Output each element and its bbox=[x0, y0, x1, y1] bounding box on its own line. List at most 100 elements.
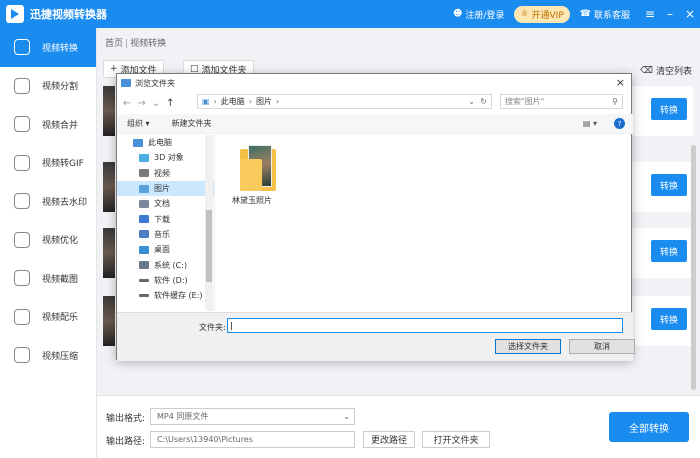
computer-icon bbox=[133, 138, 143, 147]
folder-icon[interactable] bbox=[240, 145, 276, 191]
sidebar-item-video-watermark[interactable]: 视频去水印 bbox=[0, 182, 96, 221]
vip-button[interactable]: ♕ 开通VIP bbox=[514, 5, 570, 23]
sidebar-item-video-split[interactable]: 视频分割 bbox=[0, 67, 96, 106]
organize-menu[interactable]: 组织 ▾ bbox=[127, 118, 150, 129]
sidebar-item-video-music[interactable]: 视频配乐 bbox=[0, 298, 96, 337]
close-icon[interactable]: × bbox=[680, 7, 700, 21]
tree-item-drive-d[interactable]: 软件 (D:) bbox=[117, 273, 214, 288]
back-arrow-icon[interactable]: ← bbox=[123, 98, 131, 109]
convert-button[interactable]: 转换 bbox=[651, 174, 687, 196]
folder-name-label[interactable]: 林黛玉照片 bbox=[232, 195, 272, 206]
tree-item-drive-e[interactable]: 软件缓存 (E:) bbox=[117, 288, 214, 303]
output-path-field[interactable]: C:\Users\13940\Pictures bbox=[150, 431, 355, 448]
tree-item-drive-c[interactable]: 系统 (C:) bbox=[117, 257, 214, 272]
split-icon bbox=[14, 77, 30, 94]
drive-icon bbox=[139, 278, 149, 282]
list-scrollbar[interactable] bbox=[691, 145, 696, 390]
command-bar: 组织 ▾ 新建文件夹 ▤ ▾ ? bbox=[117, 114, 633, 134]
menu-icon[interactable]: ≡ bbox=[640, 7, 660, 21]
output-path-label: 输出路径: bbox=[106, 437, 146, 447]
trash-icon: ⌫ bbox=[640, 65, 653, 76]
convert-button[interactable]: 转换 bbox=[651, 308, 687, 330]
view-options-icon[interactable]: ▤ ▾ bbox=[583, 119, 597, 128]
tree-item-this-pc[interactable]: 此电脑 bbox=[117, 135, 214, 150]
screenshot-icon bbox=[14, 270, 30, 287]
tree-item-pictures[interactable]: 图片 bbox=[117, 180, 214, 197]
output-settings-bar: 输出格式: MP4 同原文件 ⌄ 输出路径: C:\Users\13940\Pi… bbox=[97, 395, 700, 458]
output-format-select[interactable]: MP4 同原文件 ⌄ bbox=[150, 408, 355, 425]
up-arrow-icon[interactable]: ↑ bbox=[166, 98, 174, 109]
document-icon bbox=[139, 199, 149, 208]
app-title: 迅捷视频转换器 bbox=[30, 8, 107, 21]
drive-icon bbox=[139, 261, 149, 270]
new-folder-button[interactable]: 新建文件夹 bbox=[172, 118, 212, 129]
output-format-label: 输出格式: bbox=[106, 414, 146, 424]
refresh-icon[interactable]: ↻ bbox=[480, 97, 487, 106]
optimize-icon bbox=[14, 231, 30, 248]
compress-icon bbox=[14, 347, 30, 364]
breadcrumb-current: 视频转换 bbox=[130, 39, 167, 49]
cancel-button[interactable]: 取消 bbox=[569, 339, 635, 354]
dialog-title: 浏览文件夹 bbox=[135, 78, 175, 88]
tree-item-documents[interactable]: 文档 bbox=[117, 196, 214, 211]
sidebar-item-video-screenshot[interactable]: 视频截图 bbox=[0, 259, 96, 298]
user-icon: ☻ bbox=[453, 9, 463, 19]
tree-item-3d-objects[interactable]: 3D 对象 bbox=[117, 150, 214, 165]
video-icon bbox=[139, 169, 149, 178]
sidebar: 视频转换 视频分割 视频合并 视频转GIF 视频去水印 视频优化 视频截图 视频… bbox=[0, 28, 97, 458]
address-dropdown-icon[interactable]: ⌄ bbox=[468, 97, 475, 106]
gif-icon bbox=[14, 154, 30, 171]
sidebar-item-video-gif[interactable]: 视频转GIF bbox=[0, 144, 96, 183]
breadcrumb-home[interactable]: 首页 bbox=[105, 39, 123, 49]
forward-arrow-icon[interactable]: → bbox=[137, 98, 145, 109]
sidebar-item-video-merge[interactable]: 视频合并 bbox=[0, 105, 96, 144]
tree-item-music[interactable]: 音乐 bbox=[117, 227, 214, 242]
sidebar-item-video-optimize[interactable]: 视频优化 bbox=[0, 221, 96, 260]
history-dropdown-icon[interactable]: ⌄ bbox=[152, 98, 160, 109]
computer-icon: ▣ bbox=[202, 97, 210, 106]
video-thumbnail bbox=[103, 162, 115, 212]
merge-icon bbox=[14, 116, 30, 133]
headset-icon: ☎ bbox=[579, 9, 591, 19]
tree-item-videos[interactable]: 视频 bbox=[117, 166, 214, 181]
browse-folder-dialog: 浏览文件夹 × ← → ⌄ ↑ ▣ › 此电脑 › 图片 › ⌄ ↻ 搜索"图片… bbox=[116, 73, 635, 361]
video-thumbnail bbox=[103, 86, 115, 136]
change-path-button[interactable]: 更改路径 bbox=[363, 431, 415, 448]
download-icon bbox=[139, 215, 149, 224]
tree-scrollbar-thumb[interactable] bbox=[206, 210, 212, 282]
select-folder-button[interactable]: 选择文件夹 bbox=[495, 339, 561, 354]
sidebar-item-video-convert[interactable]: 视频转换 bbox=[0, 28, 96, 67]
drive-icon bbox=[139, 294, 149, 298]
address-bar[interactable]: ▣ › 此电脑 › 图片 › ⌄ ↻ bbox=[197, 94, 492, 109]
breadcrumb: 首页 | 视频转换 bbox=[105, 39, 167, 49]
folder-name-input[interactable]: | bbox=[227, 318, 623, 333]
help-icon[interactable]: ? bbox=[614, 118, 625, 129]
convert-all-button[interactable]: 全部转换 bbox=[609, 412, 689, 442]
crown-icon: ♕ bbox=[520, 9, 529, 19]
tree-item-desktop[interactable]: 桌面 bbox=[117, 242, 214, 257]
minimize-icon[interactable]: – bbox=[660, 7, 680, 21]
folder-field-label: 文件夹: bbox=[199, 323, 226, 332]
path-segment[interactable]: 此电脑 bbox=[221, 96, 245, 107]
convert-button[interactable]: 转换 bbox=[651, 240, 687, 262]
chevron-down-icon: ⌄ bbox=[343, 412, 350, 421]
video-thumbnail bbox=[103, 228, 115, 278]
sidebar-item-video-compress[interactable]: 视频压缩 bbox=[0, 336, 96, 375]
open-folder-button[interactable]: 打开文件夹 bbox=[422, 431, 490, 448]
close-icon[interactable]: × bbox=[616, 76, 625, 89]
convert-button[interactable]: 转换 bbox=[651, 98, 687, 120]
login-link[interactable]: ☻ 注册/登录 bbox=[453, 8, 504, 21]
dialog-title-bar: 浏览文件夹 × bbox=[117, 74, 631, 92]
watermark-icon bbox=[14, 193, 30, 210]
pictures-icon bbox=[139, 184, 149, 193]
music-note-icon bbox=[139, 230, 149, 239]
title-bar: 迅捷视频转换器 ☻ 注册/登录 ♕ 开通VIP ☎ 联系客服 ≡ – × bbox=[0, 0, 700, 28]
search-input[interactable]: 搜索"图片" ⚲ bbox=[500, 94, 623, 109]
clear-list-button[interactable]: ⌫ 清空列表 bbox=[640, 64, 692, 78]
path-segment[interactable]: 图片 bbox=[256, 96, 272, 107]
address-row: ← → ⌄ ↑ ▣ › 此电脑 › 图片 › ⌄ ↻ 搜索"图片" ⚲ bbox=[117, 94, 633, 112]
support-link[interactable]: ☎ 联系客服 bbox=[580, 8, 630, 21]
tree-item-downloads[interactable]: 下载 bbox=[117, 211, 214, 226]
dialog-footer: 文件夹: | 选择文件夹 取消 bbox=[117, 312, 635, 361]
cube-icon bbox=[139, 153, 149, 162]
